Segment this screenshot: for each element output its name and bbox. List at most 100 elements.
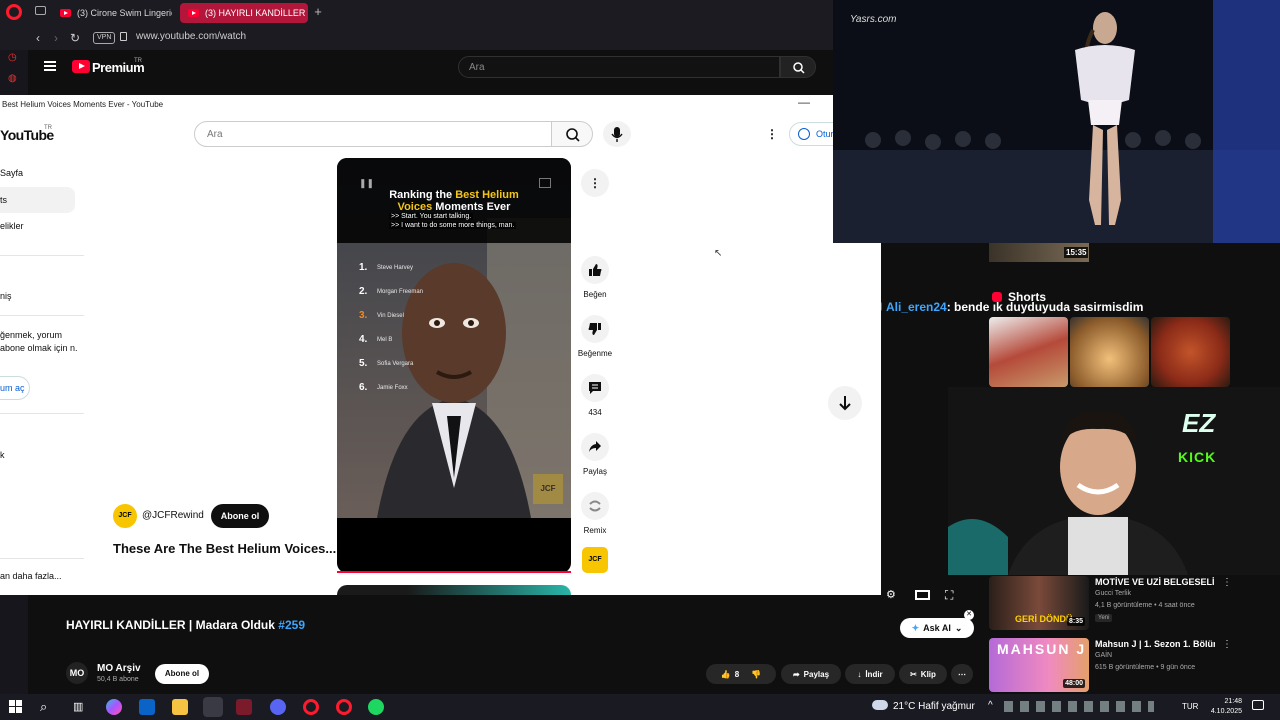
tab-cirone-swim[interactable]: (3) Cirone Swim Lingerie |: [52, 3, 172, 23]
recommendation-more-icon[interactable]: ⋮: [1222, 577, 1232, 588]
background-search-button[interactable]: [780, 56, 816, 78]
short-thumbnail[interactable]: [1151, 317, 1230, 387]
sidebar-item-subscriptions[interactable]: elikler: [0, 221, 24, 231]
channel-name[interactable]: MO Arşiv: [97, 663, 141, 674]
microphone-button[interactable]: [603, 121, 631, 147]
theater-mode-icon[interactable]: [915, 590, 930, 600]
sidebar-item-history[interactable]: niş: [0, 291, 12, 301]
short-progress-bar[interactable]: [337, 571, 571, 573]
short-channel-avatar[interactable]: JCF: [113, 504, 137, 528]
share-button[interactable]: ➦ Paylaş: [781, 664, 841, 684]
reload-icon[interactable]: ↻: [70, 31, 80, 45]
sidebar-history-icon[interactable]: ◷: [8, 52, 17, 63]
logo-country-code: TR: [44, 125, 52, 131]
forward-arrow-icon[interactable]: ›: [54, 31, 58, 45]
recommendation-meta: 615 B görüntüleme • 9 gün önce: [1095, 664, 1196, 671]
next-short-preview[interactable]: [337, 585, 571, 595]
download-button[interactable]: ↓ İndir: [845, 664, 895, 684]
divider: [0, 558, 84, 559]
hamburger-menu-icon[interactable]: [44, 61, 56, 71]
video-hashtag[interactable]: #259: [278, 618, 305, 632]
lock-icon[interactable]: [120, 32, 127, 41]
recommendation-thumbnail[interactable]: MAHSUN J 48:00: [989, 638, 1089, 692]
input-language[interactable]: TUR: [1182, 702, 1198, 711]
like-label: Beğen: [583, 290, 607, 299]
short-channel-name[interactable]: @JCFRewind: [142, 510, 204, 521]
sidebar-item[interactable]: k: [0, 450, 5, 460]
voicemeeter-icon[interactable]: [236, 699, 252, 715]
sidebar-bag-icon[interactable]: ◍: [8, 73, 17, 84]
windows-start-icon[interactable]: [9, 700, 22, 713]
discord-icon[interactable]: [270, 699, 286, 715]
obs-studio-icon[interactable]: [203, 697, 223, 717]
short-thumbnail[interactable]: [1070, 317, 1149, 387]
subscribe-button[interactable]: Abone ol: [155, 664, 209, 684]
cloud-rain-icon: [872, 700, 888, 710]
recommendation-title[interactable]: MOTİVE VE UZİ BELGESELİ: [1095, 577, 1215, 587]
search-icon[interactable]: ⌕: [40, 699, 47, 715]
short-thumbnail[interactable]: [989, 317, 1068, 387]
recommendation-title[interactable]: Mahsun J | 1. Sezon 1. Bölüm: [1095, 639, 1215, 649]
settings-kebab-icon[interactable]: ⋮: [766, 127, 778, 141]
channel-avatar[interactable]: MO: [66, 662, 88, 684]
short-video-player[interactable]: Ranking the Best Helium Voices Moments E…: [337, 158, 571, 573]
clip-button[interactable]: ✂ Klip: [899, 664, 947, 684]
more-actions-button[interactable]: ⋯: [951, 664, 973, 684]
sidebar-item-home[interactable]: Sayfa: [0, 168, 23, 178]
fullscreen-icon[interactable]: ⛶: [945, 588, 953, 603]
ask-ai-button[interactable]: ✦ Ask AI ⌄: [900, 618, 974, 638]
clock[interactable]: 21:48 4.10.2025: [1208, 697, 1242, 717]
pause-icon[interactable]: ❚❚: [359, 178, 374, 189]
settings-gear-icon[interactable]: ⚙: [886, 588, 896, 601]
opera-logo-icon[interactable]: [6, 4, 22, 20]
spotify-icon[interactable]: [368, 699, 384, 715]
subtitle-line: >> Start. You start talking.: [389, 213, 474, 220]
notification-icon[interactable]: [1252, 700, 1264, 710]
search-button[interactable]: [551, 121, 593, 147]
weather-widget[interactable]: 21°C Hafif yağmur: [893, 701, 975, 712]
sidebar-item-shorts-active[interactable]: [0, 187, 75, 213]
recommendation-channel[interactable]: Gucci Terlik: [1095, 590, 1131, 597]
sound-channel-avatar[interactable]: JCF: [582, 547, 608, 573]
dislike-button[interactable]: [581, 315, 609, 343]
tab-hayirli-kandiller[interactable]: (3) HAYIRLI KANDİLLER |: [180, 3, 308, 23]
close-icon[interactable]: ✕: [964, 610, 974, 620]
search-icon: [793, 62, 805, 74]
sidebar-show-more[interactable]: an daha fazla...: [0, 571, 62, 581]
next-short-button[interactable]: [828, 386, 862, 420]
sidebar-sign-in-button[interactable]: um aç: [0, 376, 30, 400]
remix-button[interactable]: [581, 492, 609, 520]
opera-gx-icon[interactable]: [336, 699, 352, 715]
short-caption[interactable]: These Are The Best Helium Voices...: [113, 541, 336, 556]
search-input[interactable]: Ara: [194, 121, 552, 147]
recommendation-thumbnail[interactable]: GERİ DÖNDÜ 8:35: [989, 576, 1089, 630]
task-view-icon[interactable]: ▥: [73, 700, 83, 713]
background-search-input[interactable]: Ara: [458, 56, 780, 78]
opera-icon[interactable]: [303, 699, 319, 715]
system-tray-icons[interactable]: [1004, 701, 1154, 712]
vpn-badge[interactable]: VPN: [93, 32, 116, 44]
new-tab-plus-icon[interactable]: +: [310, 4, 326, 20]
comments-button[interactable]: [581, 374, 609, 402]
outlook-icon[interactable]: [139, 699, 155, 715]
sidebar-item-shorts[interactable]: ts: [0, 195, 7, 205]
short-more-options-icon[interactable]: ⋮: [581, 169, 609, 197]
tab-label: (3) HAYIRLI KANDİLLER |: [205, 8, 308, 18]
like-dislike-button[interactable]: 👍 8 👎: [706, 664, 776, 684]
tab-islands-icon[interactable]: [35, 6, 46, 15]
microphone-icon: [611, 127, 623, 142]
thumbs-down-icon[interactable]: 👎: [751, 670, 761, 679]
recommendation-more-icon[interactable]: ⋮: [1222, 639, 1232, 650]
fullscreen-icon[interactable]: [539, 178, 551, 188]
minimize-icon[interactable]: —: [798, 95, 810, 109]
share-button[interactable]: [581, 433, 609, 461]
file-explorer-icon[interactable]: [172, 699, 188, 715]
youtube-logo-icon[interactable]: [72, 60, 90, 73]
url-text[interactable]: www.youtube.com/watch: [136, 31, 246, 42]
back-arrow-icon[interactable]: ‹: [36, 31, 40, 45]
copilot-icon[interactable]: [106, 699, 122, 715]
like-button[interactable]: [581, 256, 609, 284]
short-subscribe-button[interactable]: Abone ol: [211, 504, 269, 528]
tray-chevron-icon[interactable]: ^: [988, 700, 993, 711]
recommendation-channel[interactable]: GAİN: [1095, 652, 1112, 659]
